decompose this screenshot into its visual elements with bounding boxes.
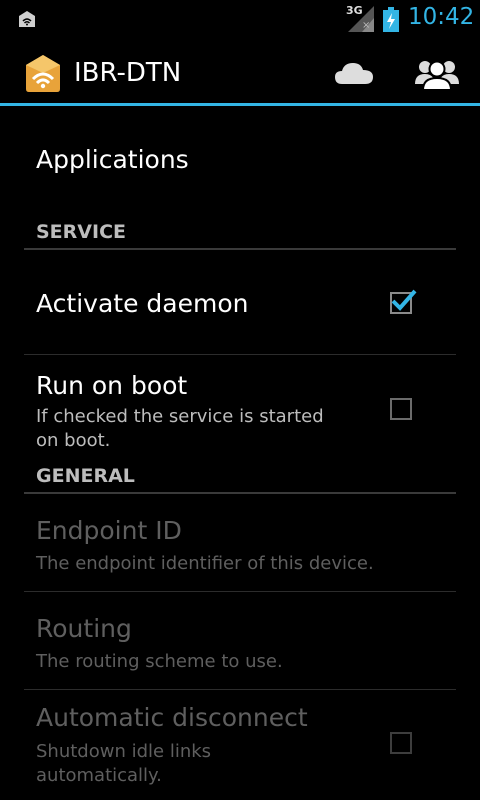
general-category-header: GENERAL — [24, 455, 456, 494]
notification-app-icon — [19, 11, 35, 27]
battery-charging-icon — [383, 7, 399, 32]
activate-daemon-preference[interactable]: Activate daemon — [24, 250, 456, 355]
app-title: IBR-DTN — [74, 58, 182, 88]
preference-list: Applications SERVICE Activate daemon Run… — [24, 109, 456, 800]
automatic-disconnect-preference[interactable]: Automatic disconnect Shutdown idle links… — [24, 690, 456, 800]
endpoint-id-title: Endpoint ID — [36, 516, 182, 545]
activate-daemon-checkbox[interactable] — [390, 289, 417, 314]
routing-title: Routing — [36, 614, 132, 643]
checkmark-icon — [391, 289, 417, 311]
automatic-disconnect-title: Automatic disconnect — [36, 703, 308, 732]
run-on-boot-summary: If checked the service is started on boo… — [36, 406, 324, 451]
routing-summary: The routing scheme to use. — [36, 651, 283, 672]
no-data-icon: × — [362, 20, 371, 31]
action-bar: IBR-DTN — [0, 38, 480, 106]
automatic-disconnect-checkbox[interactable] — [390, 732, 412, 754]
neighbors-icon[interactable] — [414, 56, 460, 90]
run-on-boot-title: Run on boot — [36, 371, 188, 400]
service-category-header: SERVICE — [24, 211, 456, 250]
activate-daemon-title: Activate daemon — [36, 289, 249, 318]
automatic-disconnect-summary: Shutdown idle links automatically. — [36, 741, 212, 786]
general-category-label: GENERAL — [36, 465, 135, 487]
applications-preference[interactable]: Applications — [24, 109, 456, 211]
applications-title: Applications — [36, 145, 189, 174]
cloud-icon[interactable] — [334, 60, 374, 86]
run-on-boot-preference[interactable]: Run on boot If checked the service is st… — [24, 355, 456, 455]
status-clock: 10:42 — [408, 4, 475, 30]
run-on-boot-checkbox[interactable] — [390, 398, 412, 420]
routing-preference[interactable]: Routing The routing scheme to use. — [24, 592, 456, 690]
status-bar: 3G × 10:42 — [0, 0, 480, 38]
endpoint-id-preference[interactable]: Endpoint ID The endpoint identifier of t… — [24, 494, 456, 592]
service-category-label: SERVICE — [36, 221, 126, 243]
endpoint-id-summary: The endpoint identifier of this device. — [36, 553, 374, 574]
app-logo-icon[interactable] — [24, 53, 62, 93]
